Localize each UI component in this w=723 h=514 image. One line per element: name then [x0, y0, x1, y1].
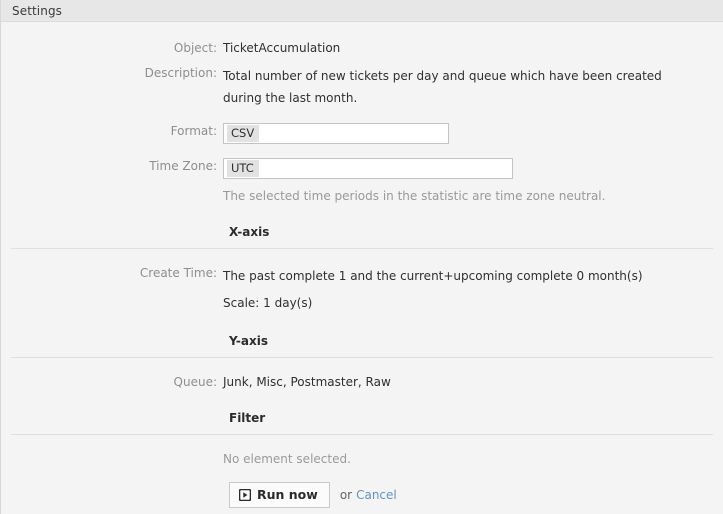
settings-form: Object: TicketAccumulation Description: … [1, 22, 723, 508]
xaxis-title: X-axis [229, 225, 270, 239]
settings-panel: Settings Object: TicketAccumulation Desc… [0, 0, 723, 514]
create-time-line-2: Scale: 1 day(s) [223, 296, 313, 310]
filter-title: Filter [229, 411, 266, 425]
row-format: Format: CSV [1, 123, 723, 144]
timezone-label: Time Zone: [149, 159, 217, 173]
format-select[interactable]: CSV [223, 123, 449, 144]
format-value-wrap: CSV [223, 123, 713, 144]
description-value: Total number of new tickets per day and … [223, 69, 662, 105]
run-now-button[interactable]: Run now [229, 482, 330, 508]
yaxis-body: Queue: Junk, Misc, Postmaster, Raw [1, 358, 723, 391]
object-value: TicketAccumulation [223, 41, 341, 55]
section-yaxis: Y-axis Queue: Junk, Misc, Postmaster, Ra… [1, 333, 723, 391]
filter-body: No element selected. [1, 435, 723, 468]
timezone-value-wrap: UTC The selected time periods in the sta… [223, 158, 713, 205]
yaxis-title: Y-axis [229, 334, 268, 348]
row-description: Description: Total number of new tickets… [1, 65, 723, 109]
object-label: Object: [173, 41, 217, 55]
row-filter-empty: No element selected. [1, 451, 723, 468]
xaxis-body: Create Time: The past complete 1 and the… [1, 249, 723, 314]
create-time-value: The past complete 1 and the current+upco… [223, 265, 713, 314]
form-actions: Run now or Cancel [229, 482, 723, 508]
row-timezone: Time Zone: UTC The selected time periods… [1, 158, 723, 205]
run-now-label: Run now [257, 487, 318, 502]
description-label: Description: [144, 66, 217, 80]
row-queue: Queue: Junk, Misc, Postmaster, Raw [1, 374, 723, 391]
or-label: or [339, 488, 353, 502]
window-titlebar: Settings [1, 0, 723, 22]
queue-label: Queue: [173, 375, 217, 389]
timezone-select[interactable]: UTC [223, 158, 513, 179]
queue-value: Junk, Misc, Postmaster, Raw [223, 375, 391, 389]
create-time-label: Create Time: [139, 266, 217, 280]
play-icon [238, 488, 252, 502]
format-label: Format: [170, 124, 217, 138]
window-title: Settings [12, 3, 63, 18]
format-selected-tag[interactable]: CSV [227, 125, 260, 142]
create-time-line-1: The past complete 1 and the current+upco… [223, 269, 643, 283]
section-xaxis: X-axis Create Time: The past complete 1 … [1, 224, 723, 314]
row-create-time: Create Time: The past complete 1 and the… [1, 265, 723, 314]
timezone-selected-tag[interactable]: UTC [227, 160, 259, 177]
section-filter: Filter No element selected. [1, 410, 723, 468]
row-object: Object: TicketAccumulation [1, 40, 723, 57]
filter-empty-text: No element selected. [223, 452, 351, 466]
timezone-hint: The selected time periods in the statist… [223, 189, 606, 203]
cancel-link[interactable]: Cancel [356, 488, 397, 502]
